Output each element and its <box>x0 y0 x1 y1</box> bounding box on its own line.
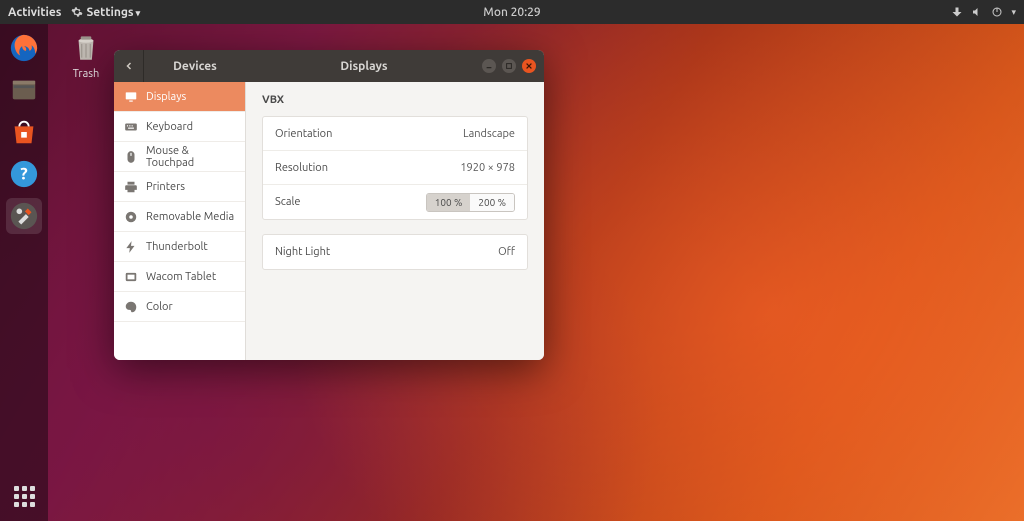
system-status-area[interactable]: ▾ <box>951 6 1016 18</box>
sidebar-item-label: Displays <box>146 91 186 103</box>
network-icon <box>951 6 963 18</box>
keyboard-icon <box>124 120 138 134</box>
scale-label: Scale <box>275 196 300 208</box>
sidebar-item-removable-media[interactable]: Removable Media <box>114 202 245 232</box>
settings-tools-icon <box>9 201 39 231</box>
displays-content: VBX Orientation Landscape Resolution 192… <box>246 82 544 360</box>
sidebar-item-label: Keyboard <box>146 121 193 133</box>
sidebar-item-label: Removable Media <box>146 211 234 223</box>
sidebar-item-mouse[interactable]: Mouse & Touchpad <box>114 142 245 172</box>
dock-app-software[interactable] <box>6 114 42 150</box>
orientation-label: Orientation <box>275 128 332 140</box>
color-icon <box>124 300 138 314</box>
firefox-icon <box>9 33 39 63</box>
resolution-value: 1920 × 978 <box>460 162 515 174</box>
sidebar-item-label: Printers <box>146 181 185 193</box>
shopping-bag-icon <box>9 117 39 147</box>
night-light-value: Off <box>498 246 515 258</box>
chevron-down-icon: ▾ <box>136 8 141 18</box>
window-titlebar[interactable]: Devices Displays <box>114 50 544 82</box>
resolution-row[interactable]: Resolution 1920 × 978 <box>263 151 527 185</box>
app-menu-label: Settings <box>86 6 133 19</box>
scale-option-200[interactable]: 200 % <box>470 194 514 211</box>
scale-toggle: 100 % 200 % <box>426 193 515 212</box>
chevron-left-icon <box>123 60 135 72</box>
thunderbolt-icon <box>124 240 138 254</box>
dock-app-help[interactable]: ? <box>6 156 42 192</box>
minimize-icon <box>485 62 493 70</box>
dock: ? <box>0 24 48 521</box>
sidebar-item-color[interactable]: Color <box>114 292 245 322</box>
sidebar-item-label: Thunderbolt <box>146 241 208 253</box>
window-controls <box>482 59 544 73</box>
tablet-icon <box>124 270 138 284</box>
close-icon <box>525 62 533 70</box>
svg-text:?: ? <box>20 165 27 184</box>
back-button[interactable] <box>114 50 144 82</box>
titlebar-section: Devices <box>144 60 246 73</box>
orientation-row[interactable]: Orientation Landscape <box>263 117 527 151</box>
resolution-label: Resolution <box>275 162 328 174</box>
sidebar-item-thunderbolt[interactable]: Thunderbolt <box>114 232 245 262</box>
window-minimize-button[interactable] <box>482 59 496 73</box>
scale-option-100[interactable]: 100 % <box>427 194 471 211</box>
orientation-value: Landscape <box>463 128 515 140</box>
trash-icon <box>69 30 103 64</box>
desktop-trash[interactable]: Trash <box>56 30 116 80</box>
settings-window: Devices Displays Displays Keyboard Mouse… <box>114 50 544 360</box>
app-menu[interactable]: Settings▾ <box>71 6 140 19</box>
display-settings-panel: Orientation Landscape Resolution 1920 × … <box>262 116 528 220</box>
dock-app-firefox[interactable] <box>6 30 42 66</box>
sidebar-item-keyboard[interactable]: Keyboard <box>114 112 245 142</box>
sidebar-item-label: Wacom Tablet <box>146 271 216 283</box>
sidebar-item-printers[interactable]: Printers <box>114 172 245 202</box>
volume-icon <box>971 6 983 18</box>
chevron-down-icon: ▾ <box>1011 7 1016 18</box>
sidebar-item-label: Color <box>146 301 173 313</box>
help-icon: ? <box>9 159 39 189</box>
gear-icon <box>71 6 83 18</box>
files-icon <box>9 75 39 105</box>
sidebar-item-displays[interactable]: Displays <box>114 82 245 112</box>
show-applications-button[interactable] <box>9 481 39 511</box>
top-bar: Activities Settings▾ Mon 20:29 ▾ <box>0 0 1024 24</box>
devices-sidebar: Displays Keyboard Mouse & Touchpad Print… <box>114 82 246 360</box>
night-light-row[interactable]: Night Light Off <box>263 235 527 269</box>
display-icon <box>124 90 138 104</box>
printer-icon <box>124 180 138 194</box>
sidebar-item-wacom[interactable]: Wacom Tablet <box>114 262 245 292</box>
monitor-name: VBX <box>262 94 528 106</box>
power-icon <box>991 6 1003 18</box>
activities-button[interactable]: Activities <box>8 6 61 19</box>
scale-row: Scale 100 % 200 % <box>263 185 527 219</box>
maximize-icon <box>505 62 513 70</box>
titlebar-page-title: Displays <box>246 60 482 73</box>
night-light-panel: Night Light Off <box>262 234 528 270</box>
desktop-trash-label: Trash <box>56 68 116 80</box>
removable-media-icon <box>124 210 138 224</box>
clock[interactable]: Mon 20:29 <box>483 6 540 19</box>
night-light-label: Night Light <box>275 246 330 258</box>
sidebar-item-label: Mouse & Touchpad <box>146 145 235 169</box>
dock-app-settings[interactable] <box>6 198 42 234</box>
dock-app-files[interactable] <box>6 72 42 108</box>
mouse-icon <box>124 150 138 164</box>
window-maximize-button[interactable] <box>502 59 516 73</box>
window-close-button[interactable] <box>522 59 536 73</box>
